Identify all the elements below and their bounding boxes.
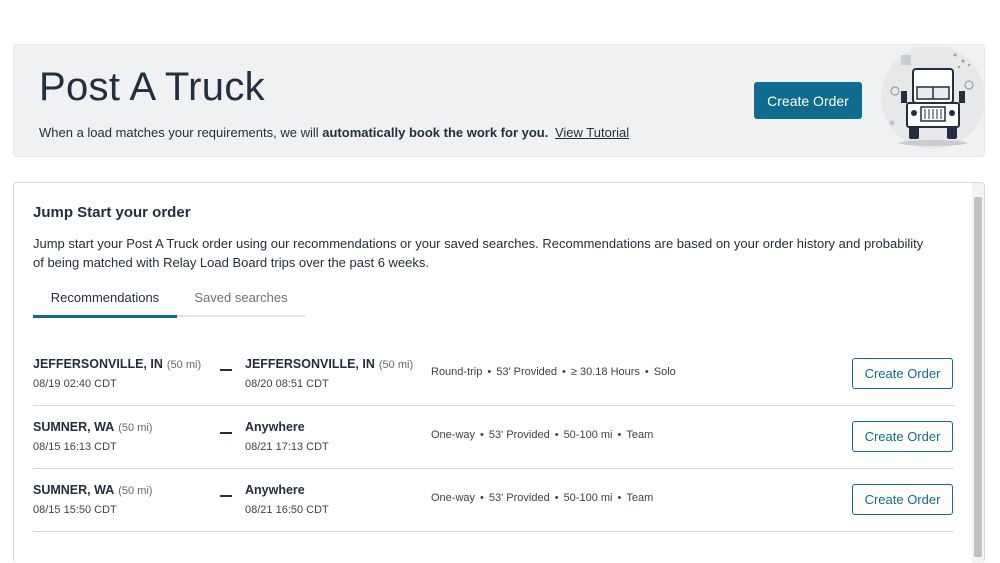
origin-city: SUMNER, WA xyxy=(33,483,115,497)
equipment: 53' Provided xyxy=(496,366,558,378)
bullet-dot-icon: • xyxy=(644,366,649,378)
create-order-button[interactable]: Create Order xyxy=(852,358,953,389)
dest-time: 08/21 17:13 CDT xyxy=(245,441,329,453)
dest-time: 08/21 16:50 CDT xyxy=(245,504,329,516)
origin-radius: (50 mi) xyxy=(118,422,153,434)
origin-city: SUMNER, WA xyxy=(33,420,115,434)
dest-radius: (50 mi) xyxy=(378,359,414,371)
subtitle-text: When a load matches your requirements, w… xyxy=(39,125,319,140)
trip-details: Round-trip • 53' Provided • ≥ 30.18 Hours • So… xyxy=(431,366,676,378)
list-item: SUMNER, WA (50 mi) 08/15 16:13 CDT Anywhe… xyxy=(33,406,954,469)
card-title: Jump Start your order xyxy=(33,204,191,221)
driver-type: Solo xyxy=(653,366,676,378)
distance: 50-100 mi xyxy=(563,492,613,504)
origin-time: 08/15 15:50 CDT xyxy=(33,504,117,516)
bullet-dot-icon: • xyxy=(617,492,622,504)
bullet-dot-icon: • xyxy=(487,366,492,378)
list-item: SUMNER, WA (50 mi) 08/15 15:50 CDT Anywhe… xyxy=(33,469,954,532)
origin-city: JEFFERSONVILLE, IN xyxy=(33,357,163,371)
driver-type: Team xyxy=(626,492,654,504)
svg-text:*: * xyxy=(889,118,895,132)
bullet-dot-icon: • xyxy=(480,492,484,504)
bullet-dot-icon: • xyxy=(480,429,484,441)
bullet-dot-icon: • xyxy=(554,492,559,504)
trip-type: Round-trip xyxy=(431,366,483,378)
origin: SUMNER, WA (50 mi) 08/15 15:50 CDT xyxy=(33,481,152,516)
truck-icon: * xyxy=(881,47,985,149)
bullet-dot-icon: • xyxy=(562,366,566,378)
header-banner: Post A Truck When a load matches your re… xyxy=(13,44,985,157)
origin-radius: (50 mi) xyxy=(118,485,153,497)
trip-type: One-way xyxy=(431,492,476,504)
recommendations-list: JEFFERSONVILLE, IN (50 mi) 08/19 02:40 CD… xyxy=(33,343,954,532)
route-dash xyxy=(220,432,232,434)
tab-bar: Recommendations Saved searches xyxy=(33,285,305,318)
page-title: Post A Truck xyxy=(39,65,265,109)
tab-recommendations[interactable]: Recommendations xyxy=(33,285,177,318)
card-description: Jump start your Post A Truck order using… xyxy=(33,236,924,270)
destination: JEFFERSONVILLE, IN (50 mi) 08/20 08:51 CD… xyxy=(245,355,413,390)
dest-city: Anywhere xyxy=(245,420,305,434)
origin-time: 08/15 16:13 CDT xyxy=(33,441,117,453)
bullet-dot-icon: • xyxy=(617,429,622,441)
trip-details: One-way • 53' Provided • 50-100 mi • Team xyxy=(431,492,653,504)
origin: SUMNER, WA (50 mi) 08/15 16:13 CDT xyxy=(33,418,152,453)
origin-radius: (50 mi) xyxy=(166,359,202,371)
bullet-dot-icon: • xyxy=(554,429,559,441)
dest-city: JEFFERSONVILLE, IN xyxy=(245,357,375,371)
distance: 50-100 mi xyxy=(563,429,613,441)
origin-time: 08/19 02:40 CDT xyxy=(33,378,117,390)
dest-time: 08/20 08:51 CDT xyxy=(245,378,329,390)
route-dash xyxy=(220,369,232,371)
driver-type: Team xyxy=(626,429,654,441)
route-dash xyxy=(220,495,232,497)
create-order-button-header[interactable]: Create Order xyxy=(754,82,862,119)
create-order-button[interactable]: Create Order xyxy=(852,484,953,515)
destination: Anywhere 08/21 17:13 CDT xyxy=(245,418,329,453)
scrollbar[interactable] xyxy=(972,183,984,563)
view-tutorial-link[interactable]: View Tutorial xyxy=(555,125,629,140)
subtitle-bold-text: automatically book the work for you. xyxy=(322,125,549,140)
dest-city: Anywhere xyxy=(245,483,305,497)
trip-type: One-way xyxy=(431,429,476,441)
equipment: 53' Provided xyxy=(488,429,550,441)
scrollbar-thumb[interactable] xyxy=(974,197,982,557)
equipment: 53' Provided xyxy=(488,492,550,504)
destination: Anywhere 08/21 16:50 CDT xyxy=(245,481,329,516)
jump-start-card: Jump Start your order Jump start your Po… xyxy=(13,182,985,563)
origin: JEFFERSONVILLE, IN (50 mi) 08/19 02:40 CD… xyxy=(33,355,201,390)
header-subtitle: When a load matches your requirements, w… xyxy=(39,125,629,140)
list-item: JEFFERSONVILLE, IN (50 mi) 08/19 02:40 CD… xyxy=(33,343,954,406)
trip-details: One-way • 53' Provided • 50-100 mi • Team xyxy=(431,429,653,441)
create-order-button[interactable]: Create Order xyxy=(852,421,953,452)
duration: ≥ 30.18 Hours xyxy=(570,366,640,378)
tab-saved-searches[interactable]: Saved searches xyxy=(177,285,305,317)
